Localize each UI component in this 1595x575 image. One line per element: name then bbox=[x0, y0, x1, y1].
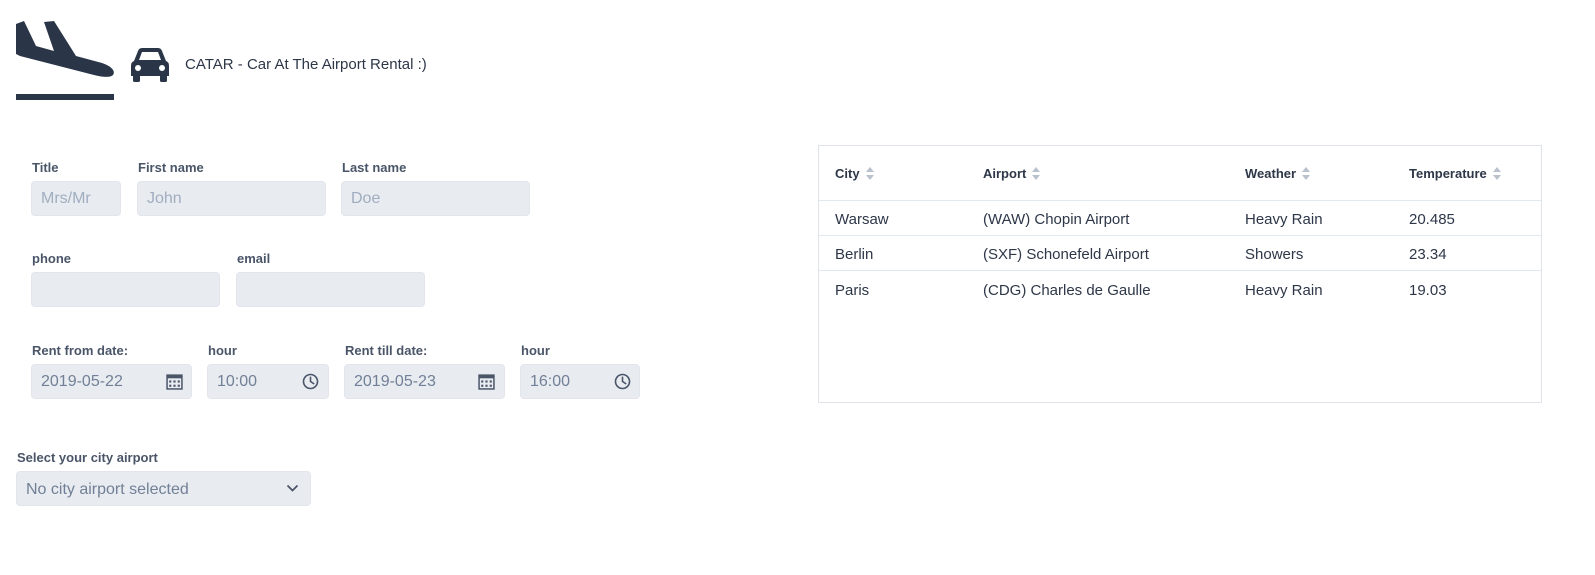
sort-icon bbox=[1302, 167, 1311, 180]
email-input[interactable] bbox=[236, 272, 425, 307]
chevron-down-icon bbox=[286, 484, 299, 492]
calendar-icon[interactable] bbox=[166, 373, 183, 390]
column-header-label: Weather bbox=[1245, 166, 1297, 181]
rent-from-hour-label: hour bbox=[208, 343, 237, 358]
airport-select-label: Select your city airport bbox=[17, 450, 158, 465]
table-cell-city: Warsaw bbox=[835, 211, 889, 228]
column-header-weather[interactable]: Weather bbox=[1245, 166, 1311, 181]
rent-till-label: Rent till date: bbox=[345, 343, 428, 358]
airports-table: City Airport Weather Temperature Warsaw … bbox=[818, 145, 1542, 403]
clock-icon[interactable] bbox=[302, 373, 319, 390]
table-row[interactable]: Berlin (SXF) Schonefeld Airport Showers … bbox=[819, 236, 1541, 271]
table-cell-temperature: 23.34 bbox=[1409, 246, 1447, 263]
rent-from-label: Rent from date: bbox=[32, 343, 129, 358]
airport-select[interactable]: No city airport selected bbox=[16, 471, 311, 506]
table-cell-weather: Showers bbox=[1245, 246, 1304, 263]
sort-icon bbox=[1032, 167, 1041, 180]
table-cell-temperature: 19.03 bbox=[1409, 282, 1447, 299]
table-cell-weather: Heavy Rain bbox=[1245, 211, 1323, 228]
last-name-label: Last name bbox=[342, 160, 407, 175]
sort-icon bbox=[865, 167, 874, 180]
column-header-label: Airport bbox=[983, 166, 1027, 181]
app-title: CATAR - Car At The Airport Rental :) bbox=[185, 56, 427, 73]
table-cell-city: Berlin bbox=[835, 246, 874, 263]
table-cell-temperature: 20.485 bbox=[1409, 211, 1455, 228]
first-name-input[interactable] bbox=[137, 181, 326, 216]
airport-select-value: No city airport selected bbox=[26, 481, 189, 498]
car-icon bbox=[131, 48, 169, 82]
column-header-airport[interactable]: Airport bbox=[983, 166, 1041, 181]
column-header-temperature[interactable]: Temperature bbox=[1409, 166, 1501, 181]
phone-input[interactable] bbox=[31, 272, 220, 307]
calendar-icon[interactable] bbox=[478, 373, 495, 390]
table-cell-airport: (SXF) Schonefeld Airport bbox=[983, 246, 1149, 263]
column-header-label: Temperature bbox=[1409, 166, 1487, 181]
airplane-landing-icon bbox=[16, 21, 114, 100]
table-cell-airport: (WAW) Chopin Airport bbox=[983, 211, 1130, 228]
title-label: Title bbox=[32, 160, 59, 175]
email-label: email bbox=[237, 251, 271, 266]
table-cell-city: Paris bbox=[835, 282, 870, 299]
table-row[interactable]: Paris (CDG) Charles de Gaulle Heavy Rain… bbox=[819, 272, 1541, 307]
sort-icon bbox=[1492, 167, 1501, 180]
rent-till-hour-label: hour bbox=[521, 343, 550, 358]
last-name-input[interactable] bbox=[341, 181, 530, 216]
clock-icon[interactable] bbox=[614, 373, 631, 390]
phone-label: phone bbox=[32, 251, 71, 266]
table-cell-airport: (CDG) Charles de Gaulle bbox=[983, 282, 1151, 299]
table-cell-weather: Heavy Rain bbox=[1245, 282, 1323, 299]
table-row[interactable]: Warsaw (WAW) Chopin Airport Heavy Rain 2… bbox=[819, 201, 1541, 236]
column-header-label: City bbox=[835, 166, 860, 181]
title-input[interactable] bbox=[31, 181, 121, 216]
column-header-city[interactable]: City bbox=[835, 166, 874, 181]
first-name-label: First name bbox=[138, 160, 204, 175]
